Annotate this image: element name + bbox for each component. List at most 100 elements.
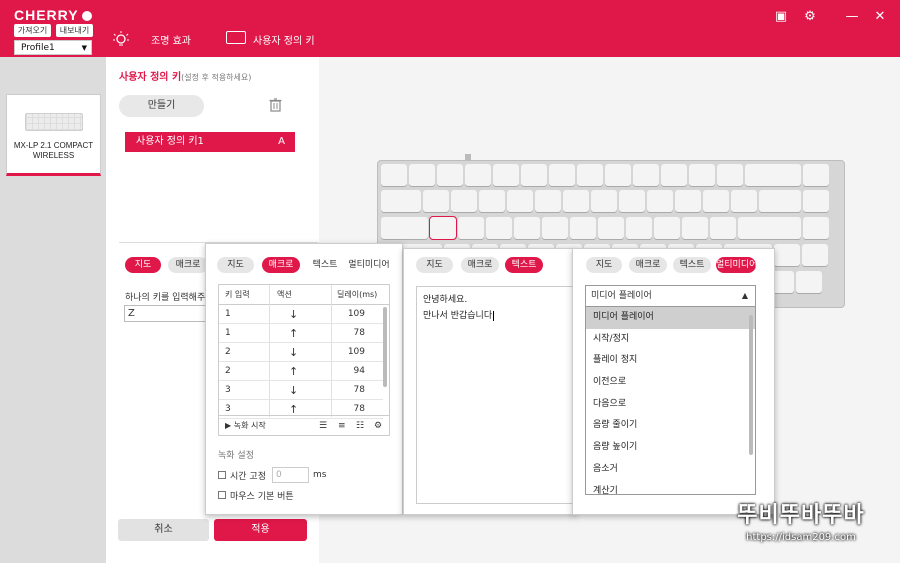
mouse-default-checkbox[interactable] xyxy=(218,491,226,499)
table-row[interactable]: 2 ↑ 94 xyxy=(219,362,383,381)
key[interactable] xyxy=(774,244,800,266)
key[interactable] xyxy=(703,190,729,212)
tab-text[interactable]: 텍스트 xyxy=(505,257,543,273)
table-row[interactable]: 1 ↓ 109 xyxy=(219,305,383,324)
key[interactable] xyxy=(458,217,484,239)
table-row[interactable]: 2 ↓ 109 xyxy=(219,343,383,362)
tab-multimedia[interactable]: 멀티미디어 xyxy=(716,257,756,273)
key[interactable] xyxy=(647,190,673,212)
close-icon[interactable]: ✕ xyxy=(873,10,887,24)
trash-icon[interactable] xyxy=(269,98,282,112)
media-option[interactable]: 음소거 xyxy=(586,459,755,481)
key[interactable] xyxy=(689,164,715,186)
chat-icon[interactable]: ▣ xyxy=(774,10,788,24)
key[interactable] xyxy=(514,217,540,239)
media-option[interactable]: 이전으로 xyxy=(586,372,755,394)
key[interactable] xyxy=(605,164,631,186)
key[interactable] xyxy=(710,217,736,239)
keyboard-icon[interactable] xyxy=(226,31,246,44)
tab-multimedia[interactable]: 멀티미디어 xyxy=(348,257,390,273)
table-row[interactable]: 3 ↓ 78 xyxy=(219,381,383,400)
fixed-time-checkbox[interactable] xyxy=(218,471,226,479)
key[interactable] xyxy=(598,217,624,239)
key[interactable] xyxy=(423,190,449,212)
apply-button[interactable]: 적용 xyxy=(214,519,307,541)
key[interactable] xyxy=(759,190,801,212)
device-card[interactable]: MX-LP 2.1 COMPACT WIRELESS xyxy=(6,94,101,176)
user-key-item[interactable]: 사용자 정의 키1 A xyxy=(125,132,295,152)
profile-select[interactable]: Profile1 ▼ xyxy=(14,40,92,55)
lightbulb-icon[interactable] xyxy=(112,30,130,48)
key[interactable] xyxy=(479,190,505,212)
key[interactable] xyxy=(619,190,645,212)
tab-macro[interactable]: 매크로 xyxy=(262,257,300,273)
media-option[interactable]: 음량 높이기 xyxy=(586,437,755,459)
scrollbar[interactable] xyxy=(749,315,753,455)
tab-map[interactable]: 지도 xyxy=(125,257,161,273)
key[interactable] xyxy=(409,164,435,186)
key[interactable] xyxy=(577,164,603,186)
key[interactable] xyxy=(661,164,687,186)
minimize-icon[interactable]: — xyxy=(845,10,859,24)
nav-lighting-effects[interactable]: 조명 효과 xyxy=(151,32,191,47)
align-icon[interactable]: ☰ xyxy=(319,416,327,436)
key[interactable] xyxy=(465,164,491,186)
media-option[interactable]: 시작/정지 xyxy=(586,329,755,351)
tab-macro[interactable]: 매크로 xyxy=(629,257,667,273)
key[interactable] xyxy=(486,217,512,239)
tab-macro[interactable]: 매크로 xyxy=(168,257,208,273)
key[interactable] xyxy=(803,164,829,186)
media-option[interactable]: 다음으로 xyxy=(586,394,755,416)
key[interactable] xyxy=(451,190,477,212)
gear-icon[interactable]: ⚙ xyxy=(803,10,817,24)
key[interactable] xyxy=(633,164,659,186)
key[interactable] xyxy=(521,164,547,186)
key[interactable] xyxy=(682,217,708,239)
key[interactable] xyxy=(535,190,561,212)
key[interactable] xyxy=(802,244,828,266)
key[interactable] xyxy=(493,164,519,186)
key[interactable] xyxy=(675,190,701,212)
media-option[interactable]: 미디어 플레이어 xyxy=(586,307,755,329)
cancel-button[interactable]: 취소 xyxy=(118,519,209,541)
key[interactable] xyxy=(626,217,652,239)
key[interactable] xyxy=(654,217,680,239)
key[interactable] xyxy=(549,164,575,186)
insert-icon[interactable]: ≡ xyxy=(338,416,346,436)
media-select[interactable]: 미디어 플레이어 ▲ xyxy=(585,285,756,307)
record-start-button[interactable]: ▶ 녹화 시작 xyxy=(225,416,266,436)
media-option[interactable]: 계산기 xyxy=(586,481,755,495)
key[interactable] xyxy=(381,190,421,212)
tab-map[interactable]: 지도 xyxy=(586,257,622,273)
key[interactable] xyxy=(507,190,533,212)
key[interactable] xyxy=(803,217,829,239)
media-option[interactable]: 음량 줄이기 xyxy=(586,415,755,437)
tab-text[interactable]: 텍스트 xyxy=(306,257,344,273)
import-button[interactable]: 가져오기 xyxy=(14,24,51,37)
key[interactable] xyxy=(570,217,596,239)
key-input[interactable]: Z xyxy=(124,305,214,322)
key[interactable] xyxy=(738,217,801,239)
key[interactable] xyxy=(437,164,463,186)
key[interactable] xyxy=(796,271,822,293)
media-option[interactable]: 플레이 정지 xyxy=(586,350,755,372)
create-button[interactable]: 만들기 xyxy=(119,95,204,117)
key[interactable] xyxy=(731,190,757,212)
tab-text[interactable]: 텍스트 xyxy=(673,257,711,273)
key[interactable] xyxy=(542,217,568,239)
key[interactable] xyxy=(717,164,743,186)
export-button[interactable]: 내보내기 xyxy=(56,24,93,37)
fixed-time-input[interactable]: 0 xyxy=(272,467,309,483)
list-icon[interactable]: ☷ xyxy=(356,416,364,436)
nav-user-defined-keys[interactable]: 사용자 정의 키 xyxy=(253,32,315,47)
key[interactable] xyxy=(381,164,407,186)
key[interactable] xyxy=(381,217,428,239)
key[interactable] xyxy=(563,190,589,212)
tab-map[interactable]: 지도 xyxy=(217,257,254,273)
key-a-selected[interactable] xyxy=(429,216,457,240)
tab-macro[interactable]: 매크로 xyxy=(461,257,499,273)
key[interactable] xyxy=(803,190,829,212)
key[interactable] xyxy=(591,190,617,212)
table-row[interactable]: 1 ↑ 78 xyxy=(219,324,383,343)
scrollbar[interactable] xyxy=(383,307,387,387)
